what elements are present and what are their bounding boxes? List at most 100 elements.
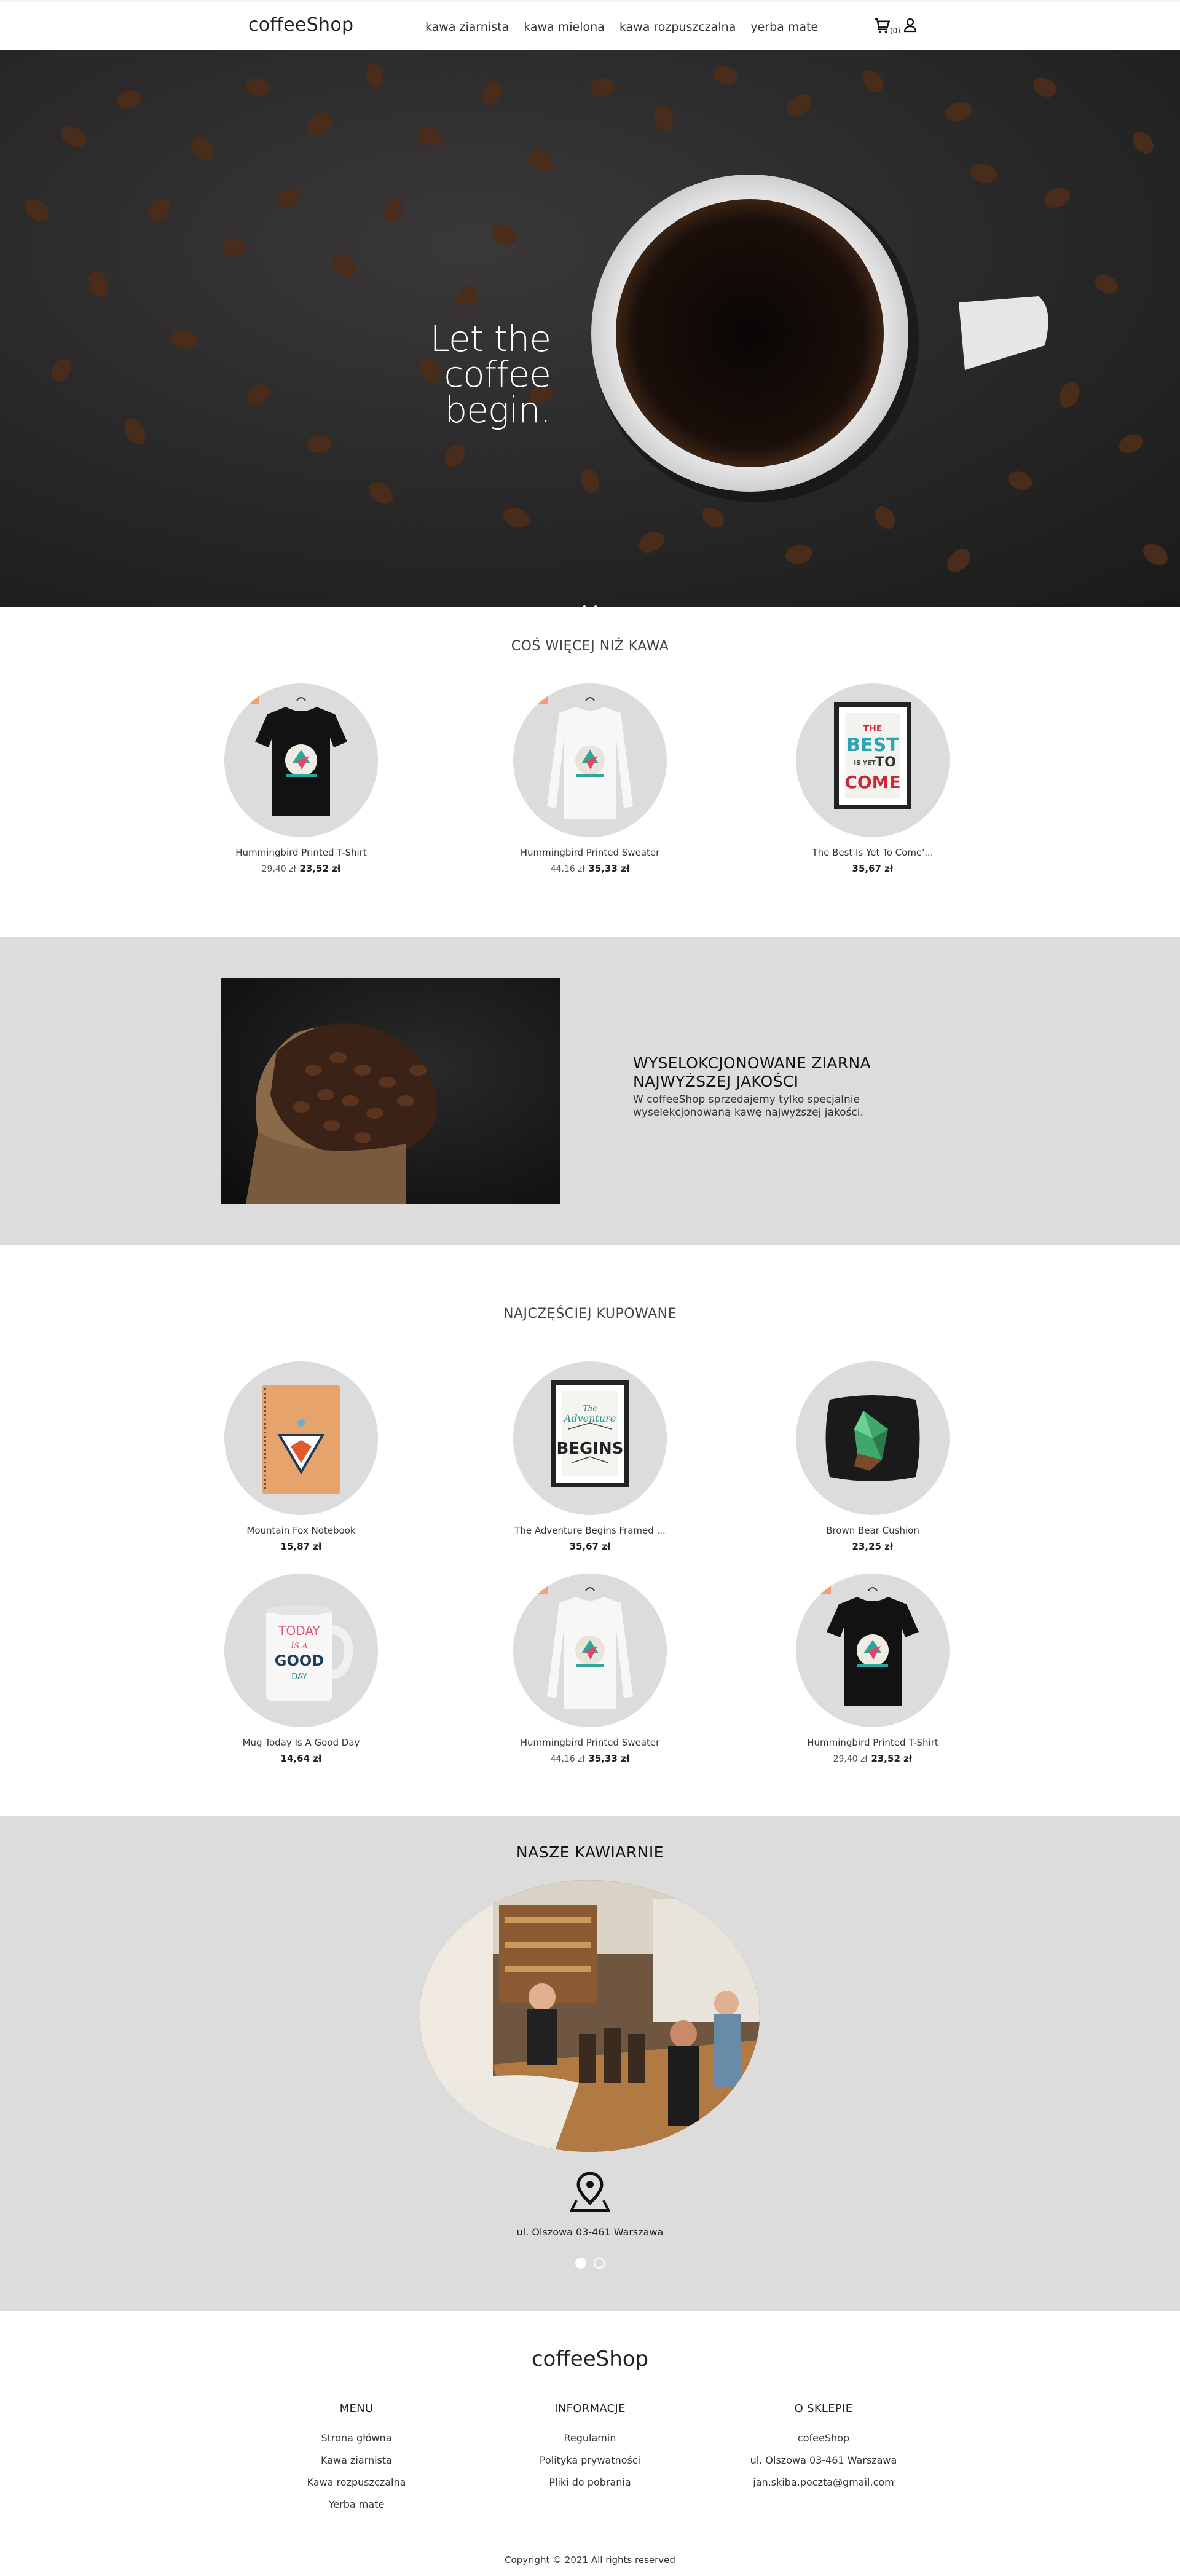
- product-name[interactable]: Mountain Fox Notebook: [209, 1525, 393, 1536]
- cart-button[interactable]: (0): [874, 18, 900, 36]
- nav-item-kawa-rozpuszczalna[interactable]: kawa rozpuszczalna: [620, 20, 736, 34]
- featured-title: COŚ WIĘCEJ NIŻ KAWA: [511, 639, 669, 654]
- copyright-text: Copyright © 2021 All rights reserved: [505, 2554, 675, 2566]
- carousel-dot-2[interactable]: [594, 2258, 605, 2269]
- product-price: 29,40 zł 23,52 zł: [781, 1753, 965, 1764]
- discount-badge: -20%: [224, 690, 260, 704]
- product-card[interactable]: -20% Hummingbird Printed Sweater 44,16 z…: [498, 1574, 682, 1764]
- product-image[interactable]: THE BEST IS YET TO COME: [796, 683, 950, 837]
- mug-image: TODAY IS A GOOD DAY: [266, 1605, 353, 1701]
- footer-menu-column: MENU Strona główna Kawa ziarnista Kawa r…: [264, 2402, 449, 2521]
- product-current-price: 14,64 zł: [280, 1753, 322, 1764]
- product-name[interactable]: Mug Today Is A Good Day: [209, 1737, 393, 1748]
- footer-about-address: ul. Olszowa 03-461 Warszawa: [750, 2454, 897, 2466]
- product-old-price: 29,40 zł: [833, 1754, 868, 1764]
- footer-link-regulamin[interactable]: Regulamin: [498, 2432, 682, 2444]
- discount-badge: -20%: [796, 1580, 832, 1594]
- discount-badge: -20%: [513, 690, 549, 704]
- product-current-price: 23,52 zł: [299, 863, 341, 874]
- cart-count: (0): [890, 26, 900, 35]
- product-current-price: 35,67 zł: [852, 863, 894, 874]
- product-card[interactable]: -20% Hummingbird Printed Sweater 44,16 z…: [498, 683, 682, 874]
- main-nav: kawa ziarnista kawa mielona kawa rozpusz…: [425, 20, 818, 34]
- footer-link-yerba-mate[interactable]: Yerba mate: [264, 2499, 449, 2510]
- product-image[interactable]: -20%: [796, 1574, 950, 1727]
- svg-text:The: The: [583, 1404, 597, 1412]
- product-card[interactable]: The Adventure BEGINS The Adventure Begin…: [498, 1361, 682, 1552]
- poster-adventure-image: The Adventure BEGINS: [551, 1380, 629, 1487]
- product-card[interactable]: -20% Hummingbird Printed T-Shirt 29,40 z…: [781, 1574, 965, 1764]
- user-icon[interactable]: [903, 18, 917, 33]
- product-image[interactable]: -20%: [513, 1574, 667, 1727]
- product-card[interactable]: Brown Bear Cushion 23,25 zł: [781, 1361, 965, 1552]
- product-price: 29,40 zł 23,52 zł: [209, 863, 393, 874]
- product-card[interactable]: Mountain Fox Notebook 15,87 zł: [209, 1361, 393, 1552]
- footer-link-home[interactable]: Strona główna: [264, 2432, 449, 2444]
- nav-item-kawa-ziarnista[interactable]: kawa ziarnista: [425, 20, 509, 34]
- product-current-price: 35,33 zł: [588, 863, 630, 874]
- carousel-dot-1[interactable]: [575, 2258, 586, 2269]
- hero-title: Let the coffee begin.: [317, 321, 551, 428]
- product-name[interactable]: Hummingbird Printed Sweater: [498, 847, 682, 858]
- coffee-sack-image: [221, 978, 560, 1204]
- product-card[interactable]: THE BEST IS YET TO COME The Best Is Yet …: [781, 683, 965, 874]
- coffee-cup-image: [0, 50, 1180, 607]
- cafe-address: ul. Olszowa 03-461 Warszawa: [516, 2226, 664, 2238]
- product-image[interactable]: -20%: [513, 683, 667, 837]
- footer-link-kawa-rozpuszczalna[interactable]: Kawa rozpuszczalna: [264, 2476, 449, 2488]
- product-price: 23,25 zł: [781, 1541, 965, 1552]
- product-image[interactable]: [224, 1361, 378, 1515]
- footer-about-email[interactable]: jan.skiba.poczta@gmail.com: [731, 2476, 916, 2488]
- carousel-dots: [0, 2258, 1180, 2271]
- product-price: 35,67 zł: [781, 863, 965, 874]
- quality-text: W coffeeShop sprzedajemy tylko specjalni…: [633, 1093, 863, 1119]
- footer-about-column: O SKLEPIE cofeeShop ul. Olszowa 03-461 W…: [731, 2402, 916, 2499]
- product-price: 44,16 zł 35,33 zł: [498, 863, 682, 874]
- footer-info-title: INFORMACJE: [554, 2402, 626, 2415]
- svg-text:BEST: BEST: [846, 735, 899, 756]
- cafes-title: NASZE KAWIARNIE: [516, 1843, 664, 1861]
- poster-best-image: THE BEST IS YET TO COME: [834, 702, 911, 809]
- product-card[interactable]: -20% Hummingbird Printed T-Shirt 29,40 z…: [209, 683, 393, 874]
- product-image[interactable]: -20%: [224, 683, 378, 837]
- svg-text:TO: TO: [875, 755, 896, 770]
- cart-icon: [875, 18, 891, 33]
- product-image[interactable]: TODAY IS A GOOD DAY: [224, 1574, 378, 1727]
- bestsellers-section: NAJCZĘŚCIEJ KUPOWANE Mountain Fox Notebo…: [0, 1245, 1180, 1816]
- product-image[interactable]: [796, 1361, 950, 1515]
- quality-section: WYSELOKCJONOWANE ZIARNA NAJWYŻSZEJ JAKOŚ…: [0, 937, 1180, 1245]
- product-image[interactable]: The Adventure BEGINS: [513, 1361, 667, 1515]
- product-old-price: 44,16 zł: [550, 864, 585, 874]
- product-name[interactable]: Brown Bear Cushion: [781, 1525, 965, 1536]
- footer-link-privacy[interactable]: Polityka prywatności: [498, 2454, 682, 2466]
- tshirt-black-image: [827, 1587, 919, 1706]
- site-footer: coffeeShop MENU Strona główna Kawa ziarn…: [0, 2311, 1180, 2576]
- product-old-price: 29,40 zł: [261, 864, 296, 874]
- cafe-interior-image: [419, 1880, 760, 2152]
- footer-logo[interactable]: coffeeShop: [0, 2347, 1180, 2371]
- svg-text:IS A: IS A: [290, 1642, 308, 1651]
- product-name[interactable]: The Best Is Yet To Come'...: [781, 847, 965, 858]
- quality-heading: WYSELOKCJONOWANE ZIARNA NAJWYŻSZEJ JAKOŚ…: [633, 1054, 871, 1090]
- svg-text:THE: THE: [863, 724, 883, 734]
- hero-title-line2: begin.: [444, 389, 551, 431]
- product-name[interactable]: The Adventure Begins Framed ...: [498, 1525, 682, 1536]
- product-name[interactable]: Hummingbird Printed T-Shirt: [781, 1737, 965, 1748]
- cushion-image: [825, 1395, 920, 1481]
- product-name[interactable]: Hummingbird Printed Sweater: [498, 1737, 682, 1748]
- hero-banner: Let the coffee begin.: [0, 50, 1180, 607]
- chevron-down-icon[interactable]: [580, 601, 600, 607]
- site-logo[interactable]: coffeeShop: [248, 14, 353, 36]
- sweater-white-image: [547, 697, 633, 819]
- footer-link-downloads[interactable]: Pliki do pobrania: [498, 2476, 682, 2488]
- product-price: 14,64 zł: [209, 1753, 393, 1764]
- cafes-section: NASZE KAWIARNIE ul. Olszowa 03-461 Warsz…: [0, 1816, 1180, 2311]
- nav-item-kawa-mielona[interactable]: kawa mielona: [524, 20, 605, 34]
- map-pin-icon[interactable]: [570, 2170, 610, 2213]
- svg-text:GOOD: GOOD: [275, 1652, 324, 1669]
- nav-item-yerba-mate[interactable]: yerba mate: [750, 20, 818, 34]
- product-card[interactable]: TODAY IS A GOOD DAY Mug Today Is A Good …: [209, 1574, 393, 1764]
- notebook-image: [262, 1385, 340, 1494]
- product-name[interactable]: Hummingbird Printed T-Shirt: [209, 847, 393, 858]
- footer-link-kawa-ziarnista[interactable]: Kawa ziarnista: [264, 2454, 449, 2466]
